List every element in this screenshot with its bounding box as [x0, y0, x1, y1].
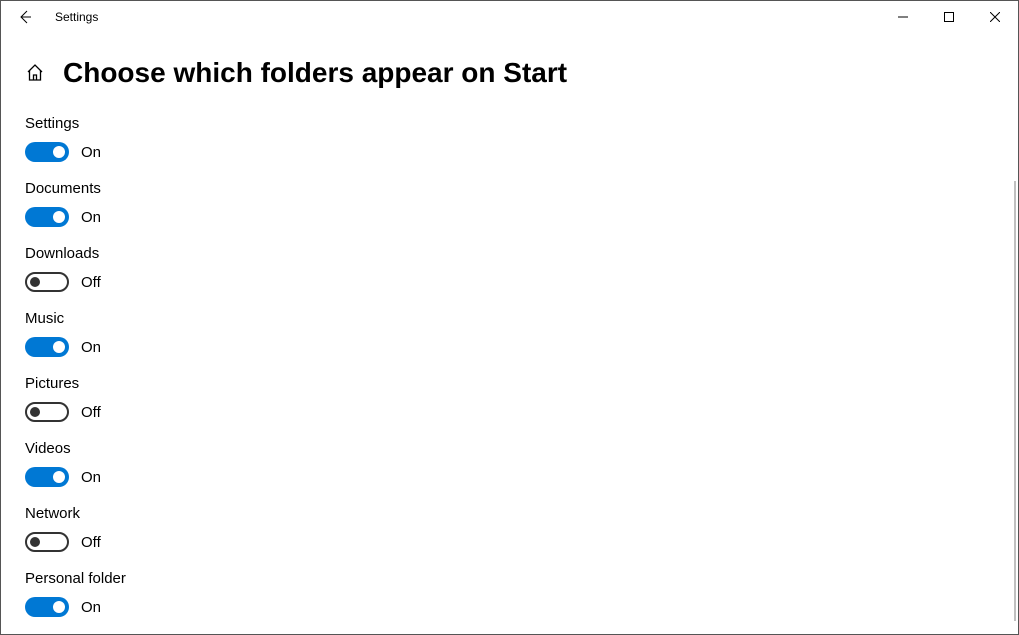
toggle-row-personal-folder: On — [25, 597, 994, 617]
toggle-videos[interactable] — [25, 467, 69, 487]
toggle-settings[interactable] — [25, 142, 69, 162]
toggle-state-settings: On — [81, 144, 101, 161]
toggle-network[interactable] — [25, 532, 69, 552]
scrollbar-track[interactable] — [1014, 181, 1016, 621]
toggle-state-pictures: Off — [81, 404, 101, 421]
toggle-row-videos: On — [25, 467, 994, 487]
page-header: Choose which folders appear on Start — [25, 57, 994, 89]
toggle-state-personal-folder: On — [81, 599, 101, 616]
page-title: Choose which folders appear on Start — [63, 57, 567, 89]
titlebar: Settings — [1, 1, 1018, 33]
toggle-row-music: On — [25, 337, 994, 357]
option-videos: Videos On — [25, 440, 994, 487]
close-button[interactable] — [972, 1, 1018, 33]
option-downloads: Downloads Off — [25, 245, 994, 292]
maximize-button[interactable] — [926, 1, 972, 33]
app-title: Settings — [55, 10, 98, 24]
option-network: Network Off — [25, 505, 994, 552]
option-label-personal-folder: Personal folder — [25, 570, 994, 587]
option-settings: Settings On — [25, 115, 994, 162]
toggle-music[interactable] — [25, 337, 69, 357]
close-icon — [990, 12, 1000, 22]
minimize-icon — [898, 12, 908, 22]
window-controls — [880, 1, 1018, 33]
toggle-downloads[interactable] — [25, 272, 69, 292]
options-list: Settings On Documents On Downloads Off Music On… — [25, 115, 994, 617]
option-documents: Documents On — [25, 180, 994, 227]
toggle-pictures[interactable] — [25, 402, 69, 422]
toggle-state-videos: On — [81, 469, 101, 486]
option-label-network: Network — [25, 505, 994, 522]
option-label-music: Music — [25, 310, 994, 327]
option-music: Music On — [25, 310, 994, 357]
toggle-row-network: Off — [25, 532, 994, 552]
option-label-pictures: Pictures — [25, 375, 994, 392]
toggle-row-documents: On — [25, 207, 994, 227]
option-pictures: Pictures Off — [25, 375, 994, 422]
option-label-videos: Videos — [25, 440, 994, 457]
option-label-documents: Documents — [25, 180, 994, 197]
home-button[interactable] — [25, 63, 45, 83]
option-label-settings: Settings — [25, 115, 994, 132]
back-arrow-icon — [17, 9, 33, 25]
toggle-row-pictures: Off — [25, 402, 994, 422]
minimize-button[interactable] — [880, 1, 926, 33]
option-personal-folder: Personal folder On — [25, 570, 994, 617]
toggle-state-network: Off — [81, 534, 101, 551]
home-icon — [25, 63, 45, 83]
toggle-state-documents: On — [81, 209, 101, 226]
toggle-personal-folder[interactable] — [25, 597, 69, 617]
option-label-downloads: Downloads — [25, 245, 994, 262]
back-button[interactable] — [1, 1, 49, 33]
maximize-icon — [944, 12, 954, 22]
toggle-row-downloads: Off — [25, 272, 994, 292]
toggle-row-settings: On — [25, 142, 994, 162]
toggle-state-downloads: Off — [81, 274, 101, 291]
toggle-documents[interactable] — [25, 207, 69, 227]
content-area: Choose which folders appear on Start Set… — [1, 33, 1018, 634]
toggle-state-music: On — [81, 339, 101, 356]
